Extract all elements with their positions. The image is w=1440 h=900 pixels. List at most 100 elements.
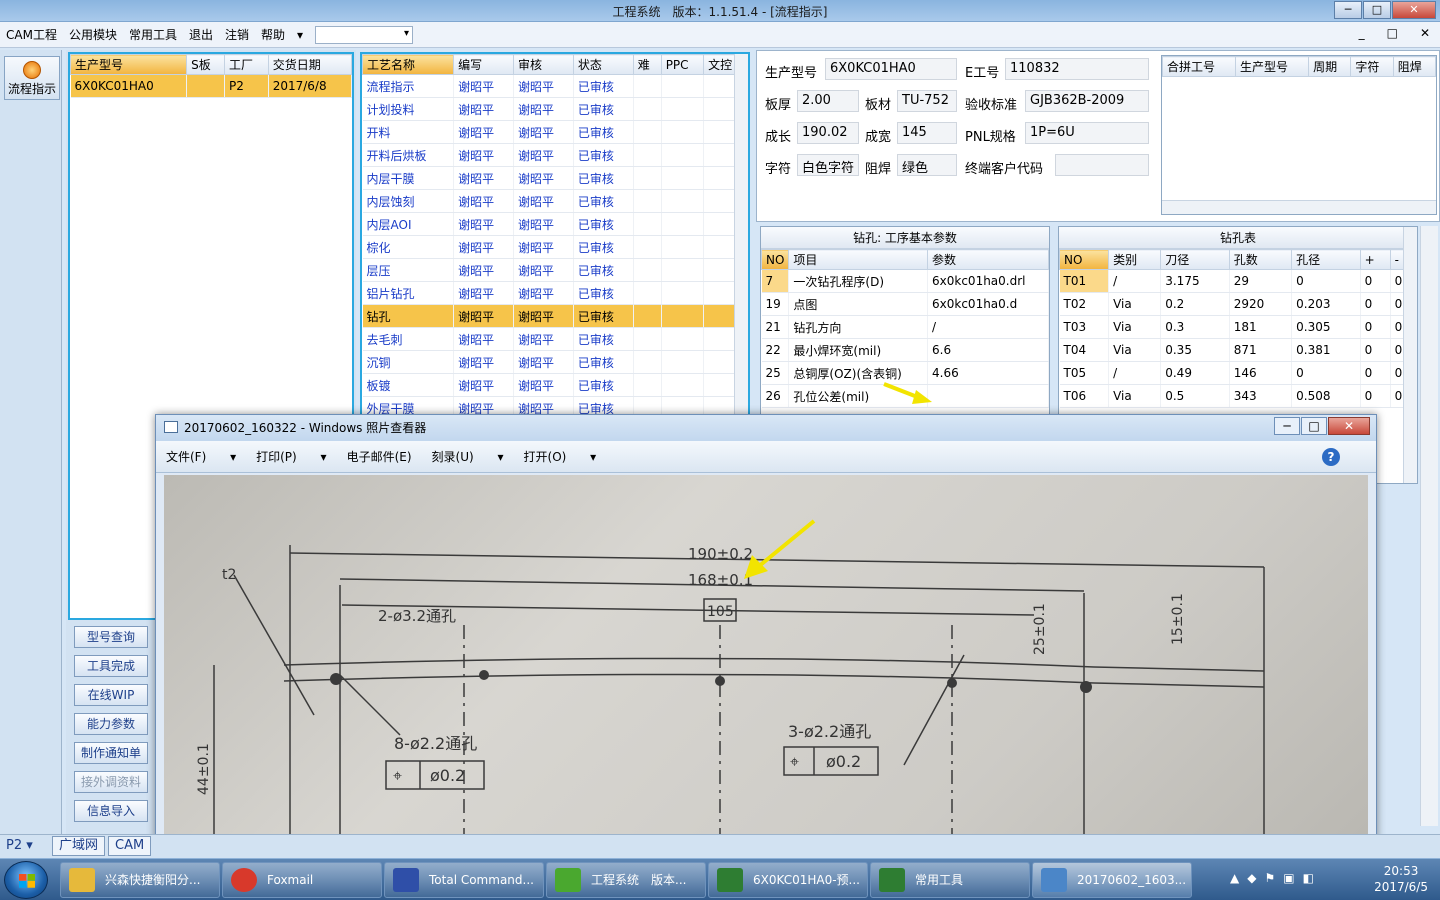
col-merge-cycle[interactable]: 周期 [1308,56,1352,77]
tab-wan[interactable]: 广域网 [52,836,106,856]
make-notice-button[interactable]: 制作通知单 [74,742,148,764]
viewer-menu-file[interactable]: 文件(F) ▾ [166,448,236,465]
external-data-button[interactable]: 接外调资料 [74,771,148,793]
table-row[interactable]: T05/0.49 146 0 0 0 [1059,361,1418,385]
viewer-menu-burn[interactable]: 刻录(U) ▾ [432,448,504,465]
table-row[interactable]: 流程指示 谢昭平 谢昭平 已审核 [362,74,748,98]
standard-field[interactable]: GJB362B-2009 [1025,90,1149,112]
tray-expand-icon[interactable]: ▲ [1230,871,1239,885]
main-vscrollbar[interactable] [1420,226,1438,826]
mdi-minimize-button[interactable]: _ [1353,26,1371,40]
col-plus[interactable]: + [1359,249,1391,270]
col-merge-model[interactable]: 生产型号 [1235,56,1310,77]
col-difficulty[interactable]: 难 [632,54,662,75]
viewer-minimize-button[interactable]: ─ [1274,417,1300,435]
width-field[interactable]: 145 [897,122,957,144]
process-scrollbar[interactable] [734,54,748,418]
taskbar-item-foxmail[interactable]: Foxmail [222,862,382,898]
table-row[interactable]: 钻孔 谢昭平 谢昭平 已审核 [362,304,748,328]
taskbar-item-tools[interactable]: 常用工具 [870,862,1030,898]
col-ppc[interactable]: PPC [660,54,705,75]
customer-code-field[interactable] [1055,154,1149,176]
col-no[interactable]: NO [760,249,790,270]
menu-exit[interactable]: 退出 [183,26,219,43]
table-row[interactable]: 6X0KC01HA0 P2 2017/6/8 [70,74,353,98]
mask-field[interactable]: 绿色 [897,154,957,176]
viewer-menu-email[interactable]: 电子邮件(E) [347,448,412,465]
table-row[interactable]: 21 钻孔方向 / [761,315,1049,339]
info-import-button[interactable]: 信息导入 [74,800,148,822]
menu-combo[interactable] [315,25,414,44]
model-field[interactable]: 6X0KC01HA0 [825,58,957,80]
menu-logout[interactable]: 注销 [219,26,255,43]
table-row[interactable]: T01/3.175 29 0 0 0 [1059,269,1418,293]
col-process-name[interactable]: 工艺名称 [361,54,455,75]
table-row[interactable]: 内层蚀刻 谢昭平 谢昭平 已审核 [362,189,748,213]
clock[interactable]: 20:53 2017/6/5 [1374,863,1428,895]
table-row[interactable]: 19 点图 6x0kc01ha0.d [761,292,1049,316]
col-status[interactable]: 状态 [572,54,634,75]
col-reviewer[interactable]: 审核 [513,54,574,75]
taskbar-item-eng-system[interactable]: 工程系统 版本... [546,862,706,898]
taskbar-item-photo-viewer[interactable]: 20170602_1603... [1032,862,1192,898]
capability-params-button[interactable]: 能力参数 [74,713,148,735]
col-sboard[interactable]: S板 [186,54,225,75]
col-author[interactable]: 编写 [453,54,514,75]
tool-complete-button[interactable]: 工具完成 [74,655,148,677]
table-row[interactable]: 内层AOI 谢昭平 谢昭平 已审核 [362,212,748,236]
viewer-menu-open[interactable]: 打开(O) ▾ [524,448,597,465]
col-merge-mask[interactable]: 阻焊 [1392,56,1437,77]
viewer-help-icon[interactable]: ? [1322,448,1340,466]
merge-hscrollbar[interactable] [1162,200,1436,214]
model-query-button[interactable]: 型号查询 [74,626,148,648]
tray-flag-icon[interactable]: ⚑ [1264,871,1275,885]
mdi-restore-button[interactable]: □ [1381,26,1404,40]
table-row[interactable]: 计划投料 谢昭平 谢昭平 已审核 [362,97,748,121]
col-model[interactable]: 生产型号 [69,54,188,75]
tab-cam[interactable]: CAM [108,836,152,856]
table-row[interactable]: 板镀 谢昭平 谢昭平 已审核 [362,373,748,397]
drill-table-scrollbar[interactable] [1403,227,1417,483]
table-row[interactable]: 铝片钻孔 谢昭平 谢昭平 已审核 [362,281,748,305]
col-item[interactable]: 项目 [788,249,929,270]
table-row[interactable]: 7 一次钻孔程序(D) 6x0kc01ha0.drl [761,269,1049,293]
table-row[interactable]: 去毛刺 谢昭平 谢昭平 已审核 [362,327,748,351]
char-field[interactable]: 白色字符 [797,154,859,176]
maximize-button[interactable]: □ [1363,1,1391,19]
close-button[interactable]: ✕ [1392,1,1436,19]
menu-common-module[interactable]: 公用模块 [63,26,123,43]
pnl-field[interactable]: 1P=6U [1025,122,1149,144]
table-row[interactable]: 22 最小焊环宽(mil) 6.6 [761,338,1049,362]
col-tool-no[interactable]: NO [1058,249,1110,270]
table-row[interactable]: 层压 谢昭平 谢昭平 已审核 [362,258,748,282]
factory-selector[interactable]: P2 ▾ [6,838,33,853]
col-type[interactable]: 类别 [1108,249,1162,270]
material-field[interactable]: TU-752 [897,90,957,112]
table-row[interactable]: T02 Via 0.2 2920 0.203 0 0 [1059,292,1418,316]
col-delivery[interactable]: 交货日期 [267,54,353,75]
tray-network-icon[interactable]: ▣ [1283,871,1294,885]
col-factory[interactable]: 工厂 [224,54,269,75]
online-wip-button[interactable]: 在线WIP [74,684,148,706]
length-field[interactable]: 190.02 [797,122,859,144]
table-row[interactable]: 棕化 谢昭平 谢昭平 已审核 [362,235,748,259]
tray-volume-icon[interactable]: ◧ [1303,871,1314,885]
thickness-field[interactable]: 2.00 [797,90,859,112]
col-merge-char[interactable]: 字符 [1350,56,1394,77]
viewer-close-button[interactable]: ✕ [1328,417,1370,435]
viewer-menu-print[interactable]: 打印(P) ▾ [256,448,326,465]
table-row[interactable]: 沉铜 谢昭平 谢昭平 已审核 [362,350,748,374]
table-row[interactable]: T03 Via 0.3 181 0.305 0 0 [1059,315,1418,339]
col-param[interactable]: 参数 [927,249,1049,270]
table-row[interactable]: T06 Via 0.5 343 0.508 0 0 [1059,384,1418,408]
taskbar-item-excel-file[interactable]: 6X0KC01HA0-预... [708,862,868,898]
taskbar-item-total-commander[interactable]: Total Command... [384,862,544,898]
flow-indicator-button[interactable]: 流程指示 [4,56,60,100]
tray-bird-icon[interactable]: ◆ [1247,871,1256,885]
col-hole-diameter[interactable]: 孔径 [1291,249,1361,270]
col-hole-count[interactable]: 孔数 [1228,249,1293,270]
mdi-close-button[interactable]: ✕ [1414,26,1436,40]
table-row[interactable]: 内层干膜 谢昭平 谢昭平 已审核 [362,166,748,190]
menu-help[interactable]: 帮助 [255,26,291,43]
col-tool-diameter[interactable]: 刀径 [1160,249,1230,270]
